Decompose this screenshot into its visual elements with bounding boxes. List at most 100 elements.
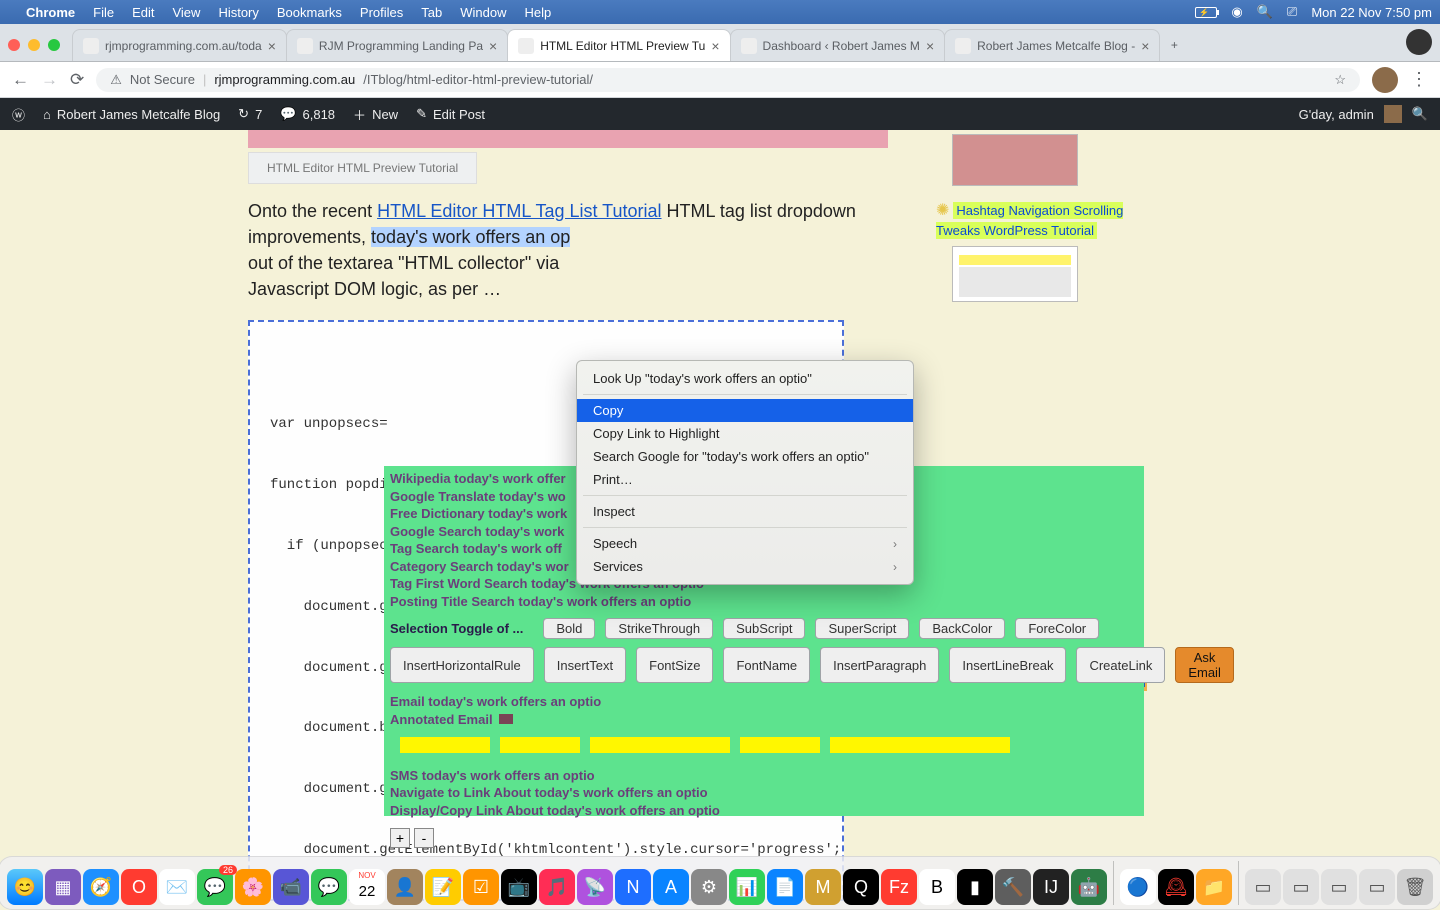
code-line: document.g [270, 660, 388, 676]
askemail-button[interactable]: Ask Email [1175, 647, 1234, 683]
menubar-help[interactable]: Help [525, 5, 552, 20]
ctx-speech-label: Speech [593, 536, 637, 551]
yellow-slot[interactable] [740, 737, 820, 753]
spotlight-icon[interactable]: 🔍 [1257, 4, 1273, 20]
breadcrumb: HTML Editor HTML Preview Tutorial [248, 152, 477, 184]
insertpara-button[interactable]: InsertParagraph [820, 647, 939, 683]
address-bar[interactable]: ⚠ Not Secure | rjmprogramming.com.au/ITb… [96, 68, 1360, 92]
backcolor-button[interactable]: BackColor [919, 618, 1005, 639]
battery-icon[interactable]: ⚡ [1195, 7, 1217, 18]
menubar-bookmarks[interactable]: Bookmarks [277, 5, 342, 20]
ctx-services-label: Services [593, 559, 643, 574]
createlink-button[interactable]: CreateLink [1076, 647, 1165, 683]
yellow-slot[interactable] [500, 737, 580, 753]
popup-link-annotated[interactable]: Annotated Email [390, 711, 513, 729]
yellow-slot[interactable] [590, 737, 730, 753]
subscript-button[interactable]: SubScript [723, 618, 805, 639]
ctx-copy[interactable]: Copy [577, 399, 913, 422]
menubar-profiles[interactable]: Profiles [360, 5, 403, 20]
superscript-button[interactable]: SuperScript [815, 618, 909, 639]
menubar-app[interactable]: Chrome [26, 5, 75, 20]
wp-search-icon[interactable]: 🔍 [1412, 106, 1428, 122]
tab-5[interactable]: Robert James Metcalfe Blog -× [944, 29, 1160, 61]
code-line: var unpopsecs= [270, 416, 388, 432]
inserttext-button[interactable]: InsertText [544, 647, 626, 683]
home-icon: ⌂ [43, 107, 51, 122]
control-center-icon[interactable]: ⎚ [1287, 4, 1297, 20]
new-tab-button[interactable]: + [1159, 29, 1189, 61]
yellow-slot[interactable] [830, 737, 1010, 753]
ctx-lookup[interactable]: Look Up "today's work offers an optio" [577, 367, 913, 390]
menubar-file[interactable]: File [93, 5, 114, 20]
sidebar-thumbnail[interactable] [952, 134, 1078, 186]
selection-toggle-label: Selection Toggle of ... [390, 621, 523, 636]
wp-edit[interactable]: ✎Edit Post [416, 106, 485, 122]
body-link[interactable]: HTML Editor HTML Tag List Tutorial [377, 201, 661, 221]
menubar-edit[interactable]: Edit [132, 5, 154, 20]
tab-2[interactable]: RJM Programming Landing Pa × [286, 29, 508, 61]
yellow-slot[interactable] [400, 737, 490, 753]
wp-greeting[interactable]: G'day, admin [1299, 107, 1374, 122]
ctx-copy-link[interactable]: Copy Link to Highlight [577, 422, 913, 445]
wp-new[interactable]: ＋New [353, 105, 398, 124]
back-button[interactable]: ← [12, 70, 29, 90]
tab-3-active[interactable]: HTML Editor HTML Preview Tu × [507, 29, 730, 61]
ctx-google[interactable]: Search Google for "today's work offers a… [577, 445, 913, 468]
tab-title: Dashboard ‹ Robert James M [763, 39, 920, 53]
wp-refresh[interactable]: ↻7 [238, 106, 262, 122]
fontsize-button[interactable]: FontSize [636, 647, 713, 683]
popup-link-navigate[interactable]: Navigate to Link About today's work offe… [390, 784, 1138, 802]
tab-4[interactable]: Dashboard ‹ Robert James M × [730, 29, 946, 61]
chrome-tab-strip: rjmprogramming.com.au/toda× RJM Programm… [0, 24, 1440, 62]
chrome-menu-icon[interactable]: ⋮ [1410, 69, 1428, 90]
ctx-inspect[interactable]: Inspect [577, 500, 913, 523]
forward-button[interactable]: → [41, 70, 58, 90]
tab-close-icon[interactable]: × [1141, 38, 1149, 54]
page-viewport: HTML Editor HTML Preview Tutorial Onto t… [0, 130, 1440, 910]
ctx-speech[interactable]: Speech› [577, 532, 913, 555]
popup-link-sms[interactable]: SMS today's work offers an optio [390, 767, 1138, 785]
menubar-history[interactable]: History [218, 5, 258, 20]
security-warning-icon: ⚠ [110, 72, 122, 88]
wp-site-link[interactable]: ⌂Robert James Metcalfe Blog [43, 107, 220, 122]
profile-avatar[interactable] [1372, 67, 1398, 93]
ctx-print[interactable]: Print… [577, 468, 913, 491]
reload-button[interactable]: ⟳ [70, 70, 84, 90]
linebreak-button[interactable]: InsertLineBreak [949, 647, 1066, 683]
wp-logo-icon[interactable]: ⓦ [12, 105, 25, 124]
menubar-clock[interactable]: Mon 22 Nov 7:50 pm [1311, 5, 1432, 20]
bookmark-star-icon[interactable]: ☆ [1334, 72, 1346, 88]
popup-link-title[interactable]: Posting Title Search today's work offers… [390, 593, 1138, 611]
tab-close-icon[interactable]: × [268, 38, 276, 54]
strike-button[interactable]: StrikeThrough [605, 618, 713, 639]
tab-close-icon[interactable]: × [711, 38, 719, 54]
menubar-view[interactable]: View [172, 5, 200, 20]
forecolor-button[interactable]: ForeColor [1015, 618, 1099, 639]
wp-comments[interactable]: 💬6,818 [280, 106, 335, 122]
window-maximize-button[interactable] [48, 39, 60, 51]
code-line: function popdi [270, 477, 388, 493]
hr-button[interactable]: InsertHorizontalRule [390, 647, 534, 683]
sidebar-thumbnail[interactable] [952, 246, 1078, 302]
wifi-icon[interactable]: ◉ [1231, 4, 1242, 20]
tab-close-icon[interactable]: × [489, 38, 497, 54]
menubar-window[interactable]: Window [460, 5, 506, 20]
wp-avatar[interactable] [1384, 105, 1402, 123]
popup-link-display[interactable]: Display/Copy Link About today's work off… [390, 802, 1138, 820]
ctx-services[interactable]: Services› [577, 555, 913, 578]
tab-close-icon[interactable]: × [926, 38, 934, 54]
messages-badge: 26 [219, 865, 237, 875]
fontname-button[interactable]: FontName [723, 647, 810, 683]
window-minimize-button[interactable] [28, 39, 40, 51]
window-close-button[interactable] [8, 39, 20, 51]
tab-title: HTML Editor HTML Preview Tu [540, 39, 705, 53]
sidebar-link-1[interactable]: Hashtag Navigation Scrolling Tweaks Word… [936, 202, 1123, 239]
body-text-4: out of the textarea "HTML collector" via [248, 253, 559, 273]
tab-1[interactable]: rjmprogramming.com.au/toda× [72, 29, 287, 61]
tab-title: RJM Programming Landing Pa [319, 39, 483, 53]
incognito-indicator-icon[interactable] [1406, 29, 1432, 55]
popup-link-email[interactable]: Email today's work offers an optio [390, 693, 1138, 711]
bold-button[interactable]: Bold [543, 618, 595, 639]
favicon-icon [741, 38, 757, 54]
menubar-tab[interactable]: Tab [421, 5, 442, 20]
